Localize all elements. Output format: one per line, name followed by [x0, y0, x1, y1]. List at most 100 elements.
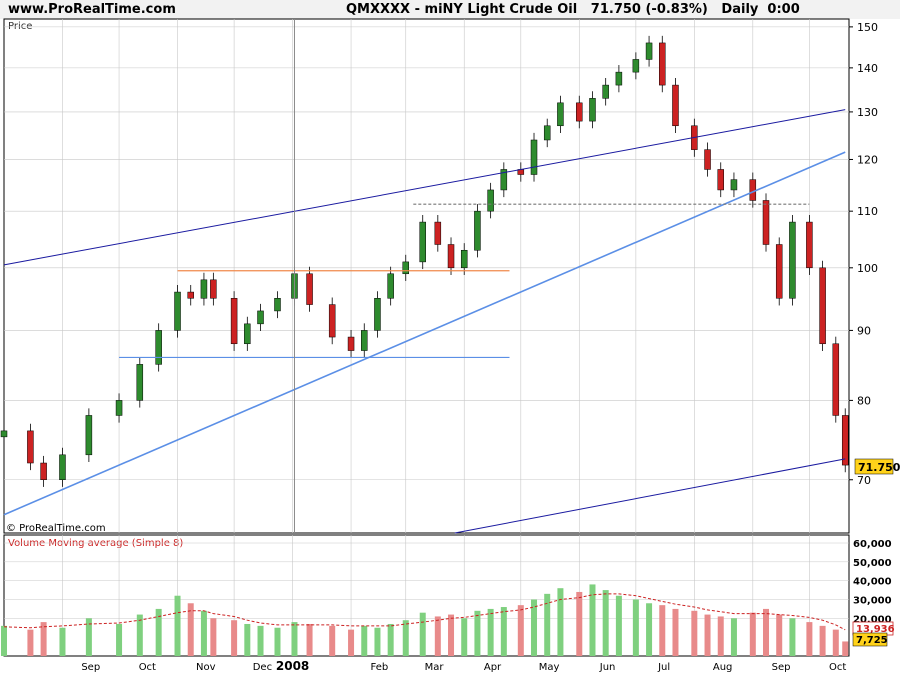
last-price-label: 71.750 — [858, 461, 900, 474]
volume-bar — [672, 608, 679, 656]
volume-bar — [659, 605, 666, 656]
y-tick-label: 140 — [857, 62, 878, 75]
volume-bar — [615, 595, 622, 656]
volume-bar — [306, 623, 313, 656]
candle-body — [775, 244, 783, 299]
volume-bar — [448, 614, 455, 656]
candle-body — [447, 244, 455, 269]
candle-body — [306, 273, 313, 305]
volume-bar — [717, 616, 724, 656]
x-tick-label: Feb — [370, 662, 388, 673]
y-tick-label: 70 — [857, 474, 871, 487]
y-tick-label: 120 — [857, 153, 878, 166]
candle-body — [200, 279, 208, 299]
volume-bar — [842, 641, 849, 656]
volume-bar — [500, 607, 507, 656]
volume-bar — [200, 610, 207, 656]
volume-tick-label: 60,000 — [853, 539, 892, 550]
candle-body — [789, 221, 796, 299]
candle-body — [244, 323, 251, 345]
volume-bar — [461, 618, 468, 656]
volume-bar — [348, 629, 355, 656]
candle-body — [530, 139, 538, 175]
price-panel-frame — [3, 18, 850, 534]
candle-body — [762, 200, 770, 245]
x-tick-label: Dec — [253, 662, 272, 673]
volume-bar — [374, 627, 381, 656]
volume-bar — [387, 623, 394, 656]
volume-tick-label: 50,000 — [853, 558, 892, 569]
candle-body — [59, 454, 66, 481]
volume-bar — [1, 625, 7, 656]
volume-bar — [361, 625, 368, 656]
candle-body — [832, 343, 840, 416]
candle-body — [230, 298, 238, 345]
candle-body — [543, 125, 551, 141]
last-volume-label: 7,725 — [856, 635, 888, 646]
volume-bar — [402, 620, 409, 656]
y-tick-label: 100 — [857, 262, 878, 275]
candle-body — [589, 98, 596, 122]
y-tick-label: 110 — [857, 205, 878, 218]
candle-body — [187, 291, 194, 299]
candle-body — [672, 84, 679, 127]
volume-bar — [517, 605, 524, 656]
candle-body — [460, 249, 468, 269]
volume-bar — [691, 610, 698, 656]
candle-body — [136, 364, 144, 401]
candle-body — [402, 261, 410, 275]
price-volume-chart: Price © ProRealTime.com Volume Moving av… — [0, 18, 900, 673]
candle-body — [115, 400, 123, 416]
candle-body — [704, 149, 711, 170]
candle-body — [819, 267, 826, 345]
volume-bar — [730, 618, 737, 656]
candle-body — [419, 221, 426, 263]
volume-bar — [531, 599, 538, 656]
candle-body — [615, 71, 623, 86]
volume-bar — [474, 610, 481, 656]
volume-bar — [763, 608, 770, 656]
price-panel-label: Price — [8, 21, 32, 32]
x-tick-label: Jul — [657, 662, 670, 673]
y-tick-label: 90 — [857, 324, 871, 337]
x-tick-label: Sep — [772, 662, 791, 673]
watermark: © ProRealTime.com — [6, 523, 106, 534]
volume-bar — [419, 612, 426, 656]
volume-bar — [257, 625, 264, 656]
candle-body — [659, 42, 666, 86]
candle-body — [557, 102, 564, 127]
volume-bar — [210, 618, 217, 656]
volume-bar — [231, 620, 238, 656]
volume-bar — [806, 622, 813, 656]
candle-body — [730, 179, 738, 191]
x-tick-label: Oct — [139, 662, 156, 673]
candle-body — [576, 102, 583, 122]
candle-body — [274, 298, 281, 312]
volume-bar — [749, 612, 756, 656]
volume-panel-label: Volume Moving average (Simple 8) — [8, 538, 183, 549]
candle-body — [361, 330, 368, 351]
candle-body — [474, 210, 481, 251]
volume-bar — [27, 629, 34, 656]
x-tick-label: Aug — [713, 662, 733, 673]
volume-bar — [136, 614, 143, 656]
candle-body — [155, 330, 162, 365]
volume-bar — [291, 622, 298, 656]
volume-bar — [704, 614, 711, 656]
candle-body — [27, 430, 34, 464]
candle-body — [85, 415, 93, 456]
x-tick-label: Oct — [829, 662, 846, 673]
volume-bar — [819, 625, 826, 656]
x-tick-label: Mar — [425, 662, 445, 673]
volume-bar — [329, 625, 336, 656]
chart-root: www.ProRealTime.com QMXXXX - miNY Light … — [0, 0, 900, 700]
volume-bar — [116, 623, 123, 656]
volume-bar — [646, 603, 653, 656]
candle-body — [40, 462, 47, 481]
volume-bar — [434, 616, 441, 656]
candle-body — [602, 84, 609, 99]
volume-bar — [557, 588, 564, 656]
candle-body — [328, 304, 336, 338]
volume-bar — [59, 627, 66, 656]
candle-body — [717, 169, 724, 191]
